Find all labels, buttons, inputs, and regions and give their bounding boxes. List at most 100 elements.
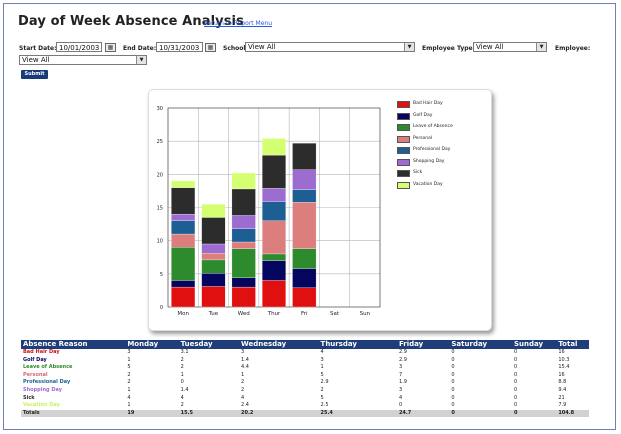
legend-item: Golf Day	[397, 112, 487, 124]
table-cell: 2.9	[320, 379, 329, 386]
table-cell: 1.4	[180, 386, 189, 393]
app-window: Day of Week Absence Analysis Return to R…	[3, 3, 616, 430]
absence-reason-cell: Golf Day	[23, 356, 47, 363]
legend-swatch	[397, 112, 410, 120]
table-cell: 3	[398, 386, 403, 393]
y-tick-label: 20	[157, 172, 163, 178]
table-cell: 0	[451, 349, 455, 355]
table-cell: 0	[451, 402, 455, 409]
table-cell: 2	[127, 379, 131, 386]
table-row: Leave of Absence 5 2 4.4 1 3 0 0 15.4	[21, 364, 589, 372]
table-cell: 1	[241, 371, 245, 378]
table-cell: 4	[127, 394, 131, 401]
totals-cell: 15.5	[178, 409, 240, 418]
table-row: Bad Hair Day 3 3.1 3 4 2.9 0 0 16	[21, 349, 589, 357]
y-tick-label: 10	[157, 239, 163, 245]
table-cell: 1.4	[241, 356, 249, 363]
legend-swatch	[397, 101, 410, 108]
bar-segment-leave-of-absence-mon	[171, 247, 196, 281]
bar-segment-leave-of-absence-thur	[262, 253, 286, 261]
totals-cell: 24.7	[396, 409, 450, 418]
x-tick-label: Sun	[360, 311, 371, 317]
legend-label: Professional Day	[413, 147, 451, 152]
table-cell: 0	[451, 394, 455, 401]
table-cell: 0	[514, 371, 518, 378]
bar-segment-bad-hair-day-thur	[262, 280, 286, 308]
bar-segment-professional-day-thur	[262, 201, 286, 221]
table-cell: 2.9	[398, 349, 407, 355]
table-cell: 2	[180, 364, 184, 371]
start-date-calendar-icon[interactable]: ▦	[105, 43, 116, 52]
legend-label: Bad Hair Day	[413, 101, 443, 106]
table-cell: 3	[127, 349, 131, 355]
table-cell: 9.4	[558, 386, 567, 393]
legend-item: Sick	[397, 169, 487, 181]
legend-swatch	[397, 135, 410, 143]
table-cell: 3	[320, 356, 324, 363]
table-cell: 0	[451, 386, 455, 393]
legend-item: Shopping Day	[397, 158, 487, 170]
table-cell: 15.4	[558, 364, 570, 371]
table-cell: 5	[320, 371, 324, 378]
absence-reason-cell: Shopping Day	[23, 386, 62, 393]
absence-reason-cell: Personal	[23, 371, 48, 378]
column-header: Sunday	[512, 340, 557, 349]
table-cell: 3	[241, 349, 245, 355]
bar-segment-golf-day-fri	[292, 268, 317, 288]
start-date-input[interactable]: 10/01/2003	[56, 42, 102, 52]
totals-cell: 25.4	[318, 409, 397, 418]
table-cell: 21	[558, 394, 565, 401]
totals-cell: 19	[125, 409, 179, 418]
bar-segment-golf-day-thur	[262, 260, 286, 281]
legend-item: Professional Day	[397, 146, 487, 158]
table-row: Vacation Day 1 2 2.4 2.5 0 0 0 7.9	[21, 402, 589, 410]
legend-swatch	[397, 181, 410, 189]
table-row: Shopping Day 1 1.4 2 2 3 0 0 9.4	[21, 387, 589, 395]
return-to-report-menu-link[interactable]: Return to Report Menu	[204, 20, 272, 27]
bar-segment-personal-thur	[262, 220, 286, 255]
totals-cell: 0	[512, 409, 557, 418]
table-cell: 16	[558, 349, 565, 355]
table-cell: 0	[451, 356, 455, 363]
absence-reason-cell: Professional Day	[23, 379, 71, 386]
table-cell: 4	[320, 349, 324, 355]
table-cell: 0	[514, 364, 518, 371]
column-header: Tuesday	[178, 340, 240, 349]
employee-type-select[interactable]: View All ▼	[473, 42, 547, 52]
table-cell: 4	[180, 394, 184, 401]
table-cell: 0	[514, 394, 518, 401]
legend-label: Golf Day	[413, 112, 433, 118]
table-cell: 0	[451, 364, 455, 371]
bar-segment-personal-mon	[171, 233, 196, 248]
table-cell: 1	[180, 371, 184, 378]
table-cell: 2	[320, 386, 324, 393]
school-select-value: View All	[248, 43, 276, 51]
employee-select[interactable]: View All ▼	[19, 55, 147, 65]
legend-label: Shopping Day	[413, 158, 445, 164]
legend-label: Leave of Absence	[413, 124, 453, 129]
end-date-input[interactable]: 10/31/2003	[156, 42, 203, 52]
table-header-row: Absence Reason Monday Tuesday Wednesday Thur…	[21, 340, 589, 349]
absence-reason-cell: Sick	[23, 394, 35, 401]
legend-item: Vacation Day	[397, 181, 487, 193]
bar-segment-professional-day-mon	[171, 220, 196, 235]
absence-reason-cell: Leave of Absence	[23, 364, 73, 371]
legend-item: Bad Hair Day	[397, 100, 487, 112]
end-date-calendar-icon[interactable]: ▦	[205, 43, 216, 52]
bar-segment-bad-hair-day-fri	[292, 287, 317, 308]
table-cell: 0	[451, 371, 455, 378]
column-header: Thursday	[318, 340, 397, 349]
table-cell: 2	[241, 386, 245, 393]
school-select[interactable]: View All ▼	[245, 42, 415, 52]
bar-segment-sick-thur	[262, 154, 286, 189]
bar-segment-bad-hair-day-tue	[201, 286, 226, 308]
bar-segment-vacation-day-tue	[201, 204, 226, 218]
submit-button[interactable]: Submit	[21, 70, 48, 79]
employee-type-label: Employee Type:	[422, 45, 476, 52]
table-cell: 2	[241, 379, 245, 386]
y-tick-label: 30	[157, 106, 163, 112]
totals-cell: 104.8	[556, 409, 589, 418]
table-cell: 1	[127, 402, 131, 409]
table-cell: 2	[180, 402, 184, 409]
employee-type-select-value: View All	[476, 43, 504, 51]
